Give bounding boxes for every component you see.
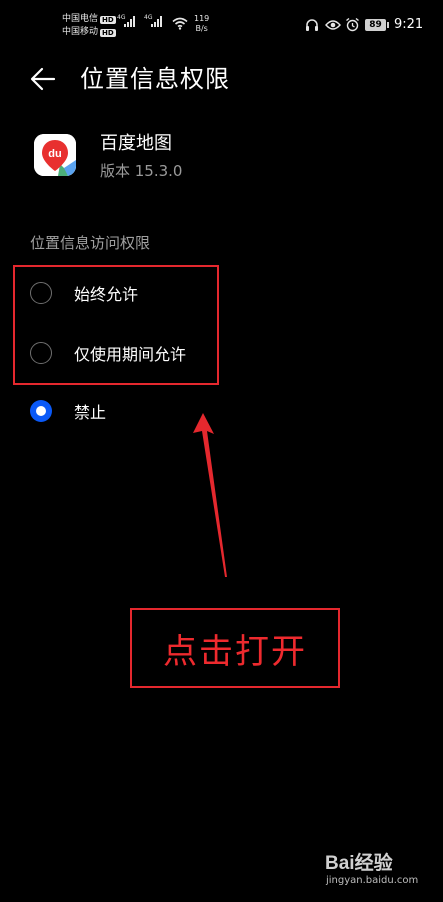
- page-title: 位置信息权限: [80, 65, 230, 93]
- watermark-url: jingyan.baidu.com: [326, 875, 419, 886]
- hd-badge-2: HD: [100, 28, 116, 37]
- carrier-2-label: 中国移动: [62, 27, 99, 37]
- radio-deny-selected[interactable]: [30, 400, 52, 422]
- signal-1-icon: 4G: [117, 14, 135, 27]
- wifi-icon: [172, 17, 188, 30]
- option-label-deny: 禁止: [74, 403, 107, 422]
- option-deny[interactable]: 禁止: [30, 391, 106, 431]
- eye-icon: [325, 20, 341, 30]
- app-icon-text: du: [48, 148, 61, 160]
- screen: 中国电信 HD 中国移动 HD 4G 4G 119 B/s 89 9:21 位置…: [0, 0, 443, 902]
- baidu-jingyan-watermark: Bai经验 jingyan.baidu.com: [325, 848, 425, 892]
- clock: 9:21: [394, 17, 424, 32]
- battery-indicator: 89: [365, 19, 389, 31]
- app-name: 百度地图: [100, 133, 172, 154]
- hd-badge-1: HD: [100, 15, 116, 24]
- carrier-info: 中国电信 HD 中国移动 HD: [62, 13, 116, 39]
- watermark-logo: Bai经验: [325, 853, 393, 874]
- section-label: 位置信息访问权限: [30, 234, 151, 252]
- annotation-callout-box: 点击打开: [130, 608, 340, 688]
- annotation-callout-text: 点击打开: [163, 631, 307, 672]
- baidu-maps-app-icon: du: [34, 134, 76, 176]
- annotation-highlight-box: [13, 265, 219, 385]
- app-version: 版本 15.3.0: [100, 162, 183, 180]
- network-speed: 119 B/s: [194, 14, 210, 33]
- back-arrow-icon[interactable]: [30, 66, 56, 92]
- annotation-arrow-icon: [193, 413, 227, 577]
- carrier-1-label: 中国电信: [62, 14, 99, 24]
- alarm-icon: [346, 17, 359, 32]
- signal-2-icon: 4G: [144, 14, 162, 27]
- headset-icon: [306, 19, 318, 31]
- status-bar: 中国电信 HD 中国移动 HD 4G 4G 119 B/s 89 9:21: [0, 0, 443, 52]
